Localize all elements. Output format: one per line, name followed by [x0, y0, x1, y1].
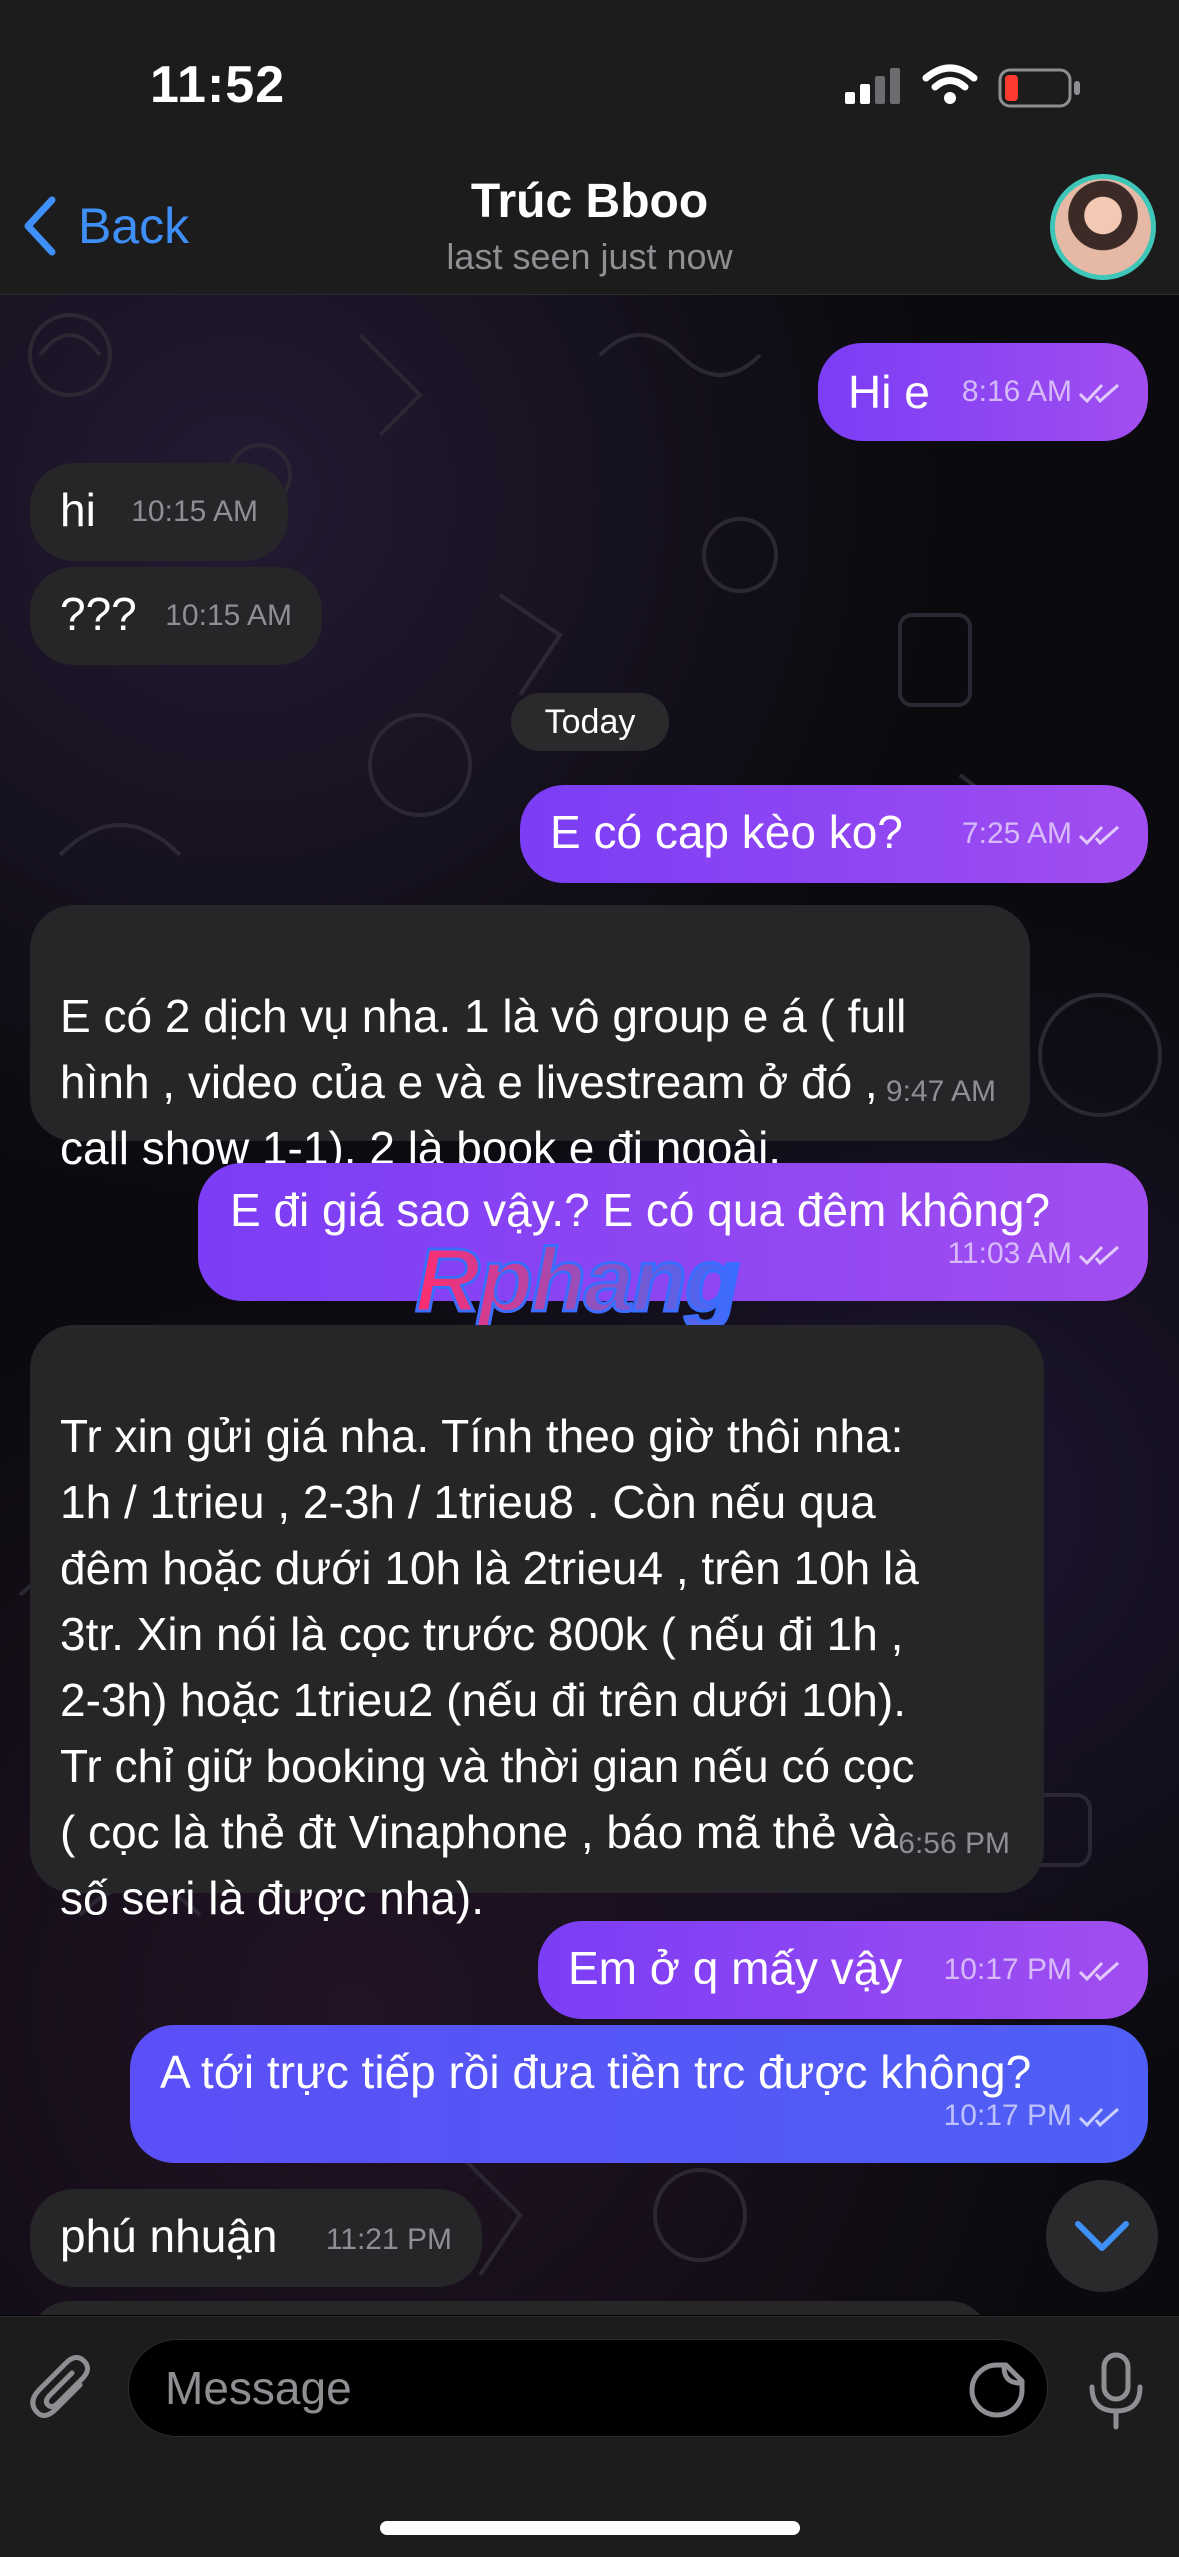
chevron-down-icon [1075, 2221, 1129, 2251]
message-time: 7:25 AM [962, 801, 1122, 867]
date-separator: Today [511, 693, 669, 751]
message-bubble-incoming-partial [30, 2301, 990, 2315]
message-bubble-incoming[interactable]: E có 2 dịch vụ nha. 1 là vô group e á ( … [30, 905, 1030, 1174]
message-bubble-incoming[interactable]: ??? 10:15 AM [30, 567, 322, 665]
paperclip-icon[interactable] [30, 2355, 96, 2425]
signal-icon [845, 68, 900, 104]
message-time: 11:21 PM [325, 2223, 452, 2256]
message-time: 10:17 PM [944, 1937, 1122, 2003]
microphone-icon[interactable] [1086, 2351, 1146, 2431]
double-check-icon [1078, 1961, 1119, 1982]
double-check-icon [1078, 1245, 1119, 1266]
message-time: 10:15 AM [131, 495, 258, 528]
watermark-logo: Rphang [414, 1230, 742, 1333]
message-time: 6:56 PM [898, 1827, 1010, 1860]
home-indicator [380, 2521, 800, 2535]
message-list[interactable]: Hi e 8:16 AM hi 10:15 AM ??? 10:15 AM To… [0, 295, 1179, 2315]
chat-title[interactable]: Trúc Bboo [0, 174, 1179, 229]
message-bubble-outgoing[interactable]: Em ở q mấy vậy 10:17 PM [538, 1921, 1148, 2019]
message-bubble-outgoing[interactable]: A tới trực tiếp rồi đưa tiền trc được kh… [130, 2025, 1148, 2163]
message-bubble-incoming[interactable]: phú nhuận 11:21 PM [30, 2189, 482, 2287]
message-bubble-outgoing[interactable]: E có cap kèo ko? 7:25 AM [520, 785, 1148, 883]
contact-avatar[interactable] [1050, 174, 1156, 280]
message-time: 9:47 AM [885, 1075, 996, 1108]
message-input[interactable] [128, 2339, 1048, 2437]
message-time: 11:03 AM [947, 1221, 1122, 1287]
message-text: E có cap kèo ko? [550, 806, 903, 858]
message-composer [0, 2316, 1179, 2557]
message-text: E đi giá sao vậy.? E có qua đêm không? [230, 1184, 1051, 1236]
message-text: Em ở q mấy vậy [568, 1942, 903, 1994]
message-bubble-outgoing[interactable]: Hi e 8:16 AM [818, 343, 1148, 441]
message-text: ??? [60, 588, 137, 640]
message-bubble-incoming[interactable]: hi 10:15 AM [30, 463, 288, 561]
chat-header: Back Trúc Bboo last seen just now [0, 160, 1179, 295]
message-text: hi [60, 484, 96, 536]
message-text: A tới trực tiếp rồi đưa tiền trc được kh… [160, 2046, 1032, 2098]
message-time: 10:15 AM [165, 599, 292, 632]
status-time: 11:52 [150, 56, 286, 114]
message-time: 8:16 AM [962, 359, 1122, 425]
message-bubble-incoming[interactable]: Tr xin gửi giá nha. Tính theo giờ thôi n… [30, 1325, 1044, 1924]
battery-icon [998, 68, 1080, 108]
message-text: E có 2 dịch vụ nha. 1 là vô group e á ( … [60, 990, 907, 1174]
message-text: Tr xin gửi giá nha. Tính theo giờ thôi n… [60, 1410, 919, 1924]
status-bar: 11:52 [0, 0, 1179, 160]
scroll-to-bottom-button[interactable] [1046, 2180, 1158, 2292]
last-seen-status: last seen just now [446, 236, 733, 277]
double-check-icon [1078, 2107, 1119, 2128]
sticker-icon[interactable] [968, 2361, 1026, 2419]
message-time: 10:17 PM [944, 2083, 1122, 2149]
message-text: phú nhuận [60, 2210, 278, 2262]
double-check-icon [1078, 825, 1119, 846]
double-check-icon [1078, 383, 1119, 404]
message-text: Hi e [848, 366, 930, 418]
wifi-icon [922, 64, 978, 104]
